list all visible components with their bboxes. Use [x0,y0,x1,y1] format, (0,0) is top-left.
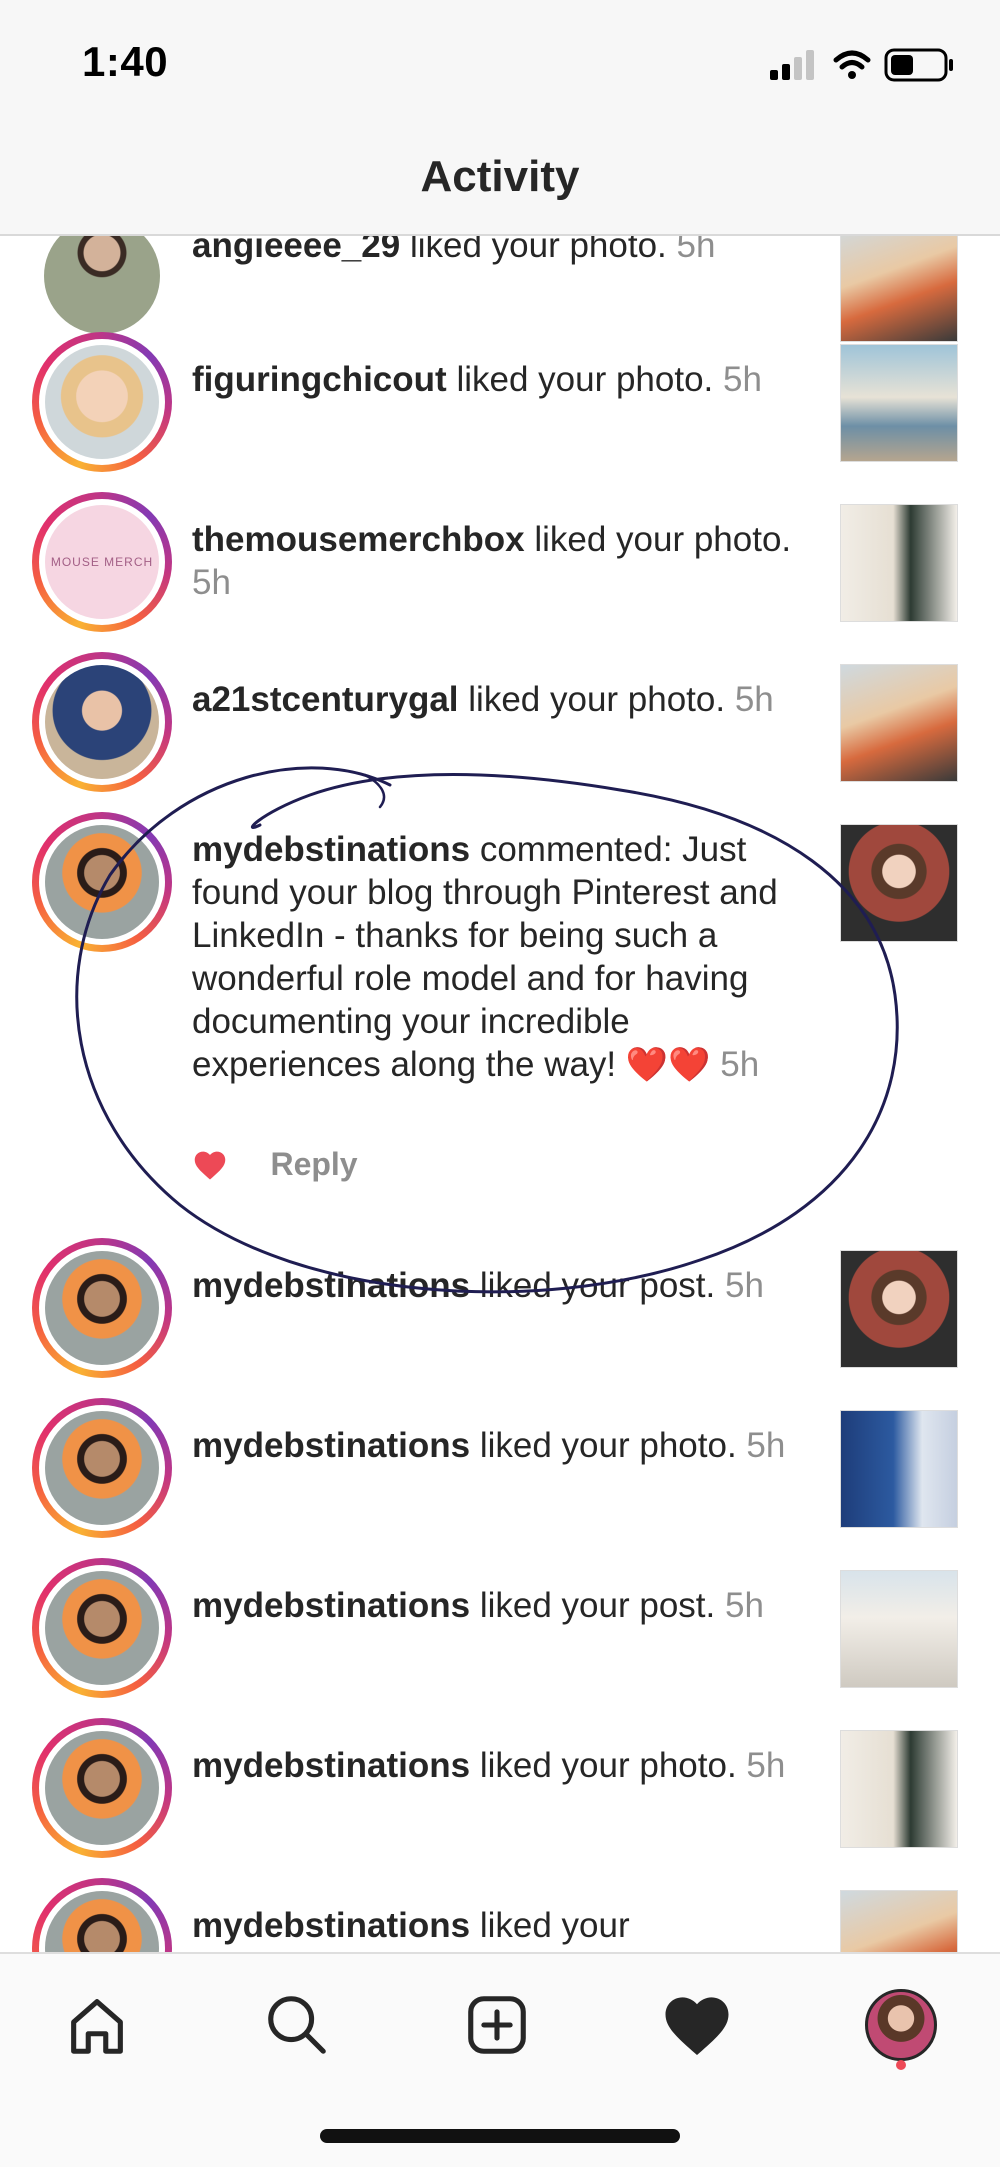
comment-text: mydebstinations commented: Just found yo… [192,828,822,1087]
notification-text: mydebstinations liked your post. 5h [192,1264,812,1307]
tab-search[interactable] [252,1980,342,2070]
notification-text: themousemerchbox liked your photo. 5h [192,518,812,604]
activity-heart-icon [665,1997,729,2055]
action-text: liked your photo. [479,1426,737,1465]
timestamp: 5h [734,680,774,719]
avatar[interactable] [32,236,172,346]
avatar[interactable] [32,1238,172,1378]
avatar[interactable] [32,1398,172,1538]
timestamp: 5h [746,1426,786,1465]
avatar[interactable] [32,1558,172,1698]
post-thumbnail[interactable] [840,344,958,462]
action-text: liked your photo. [456,360,714,399]
status-bar: 1:40 [0,0,1000,120]
username[interactable]: a21stcenturygal [192,680,459,719]
avatar[interactable] [32,812,172,952]
action-text: liked your photo. [534,520,792,559]
post-thumbnail[interactable] [840,1410,958,1528]
page-title: Activity [420,152,580,201]
home-indicator[interactable] [320,2129,680,2143]
action-text: liked your post. [479,1266,716,1305]
avatar[interactable]: MOUSE MERCH [32,492,172,632]
avatar[interactable] [32,652,172,792]
username[interactable]: mydebstinations [192,830,470,869]
timestamp: 5h [192,563,231,602]
post-thumbnail[interactable] [840,504,958,622]
username[interactable]: themousemerchbox [192,520,525,559]
like-comment-icon[interactable] [192,1149,228,1181]
timestamp: 5h [724,1586,764,1625]
new-post-icon [468,1996,526,2054]
notification-text: mydebstinations liked your photo. 5h [192,1744,812,1787]
post-thumbnail[interactable] [840,1890,958,1952]
home-icon [71,1999,123,2054]
signal-wifi-battery-icon [770,48,953,82]
action-text: liked your [479,1906,630,1945]
avatar[interactable] [32,1878,172,1952]
action-text: liked your post. [479,1586,716,1625]
profile-avatar [865,1989,937,2061]
notification-text: a21stcenturygal liked your photo. 5h [192,678,812,721]
avatar[interactable] [32,332,172,472]
activity-feed[interactable]: angieeee_29 liked your photo. 5h figurin… [0,236,1000,1952]
username[interactable]: angieeee_29 [192,236,400,265]
activity-header: Activity [0,120,1000,236]
timestamp: 5h [746,1746,786,1785]
heart-emoji: ❤️❤️ [625,1046,711,1084]
action-text: liked your photo. [479,1746,737,1785]
post-thumbnail[interactable] [840,1570,958,1688]
timestamp: 5h [723,360,762,399]
post-thumbnail[interactable] [840,1730,958,1848]
comment-actions: Reply [192,1146,358,1183]
reply-button[interactable]: Reply [270,1146,357,1183]
notification-text: mydebstinations liked your [192,1904,812,1947]
avatar[interactable] [32,1718,172,1858]
username[interactable]: mydebstinations [192,1426,470,1465]
notification-dot [896,2060,906,2070]
notification-text: angieeee_29 liked your photo. 5h [192,236,812,267]
status-time: 1:40 [82,38,169,85]
tab-profile[interactable] [856,1980,946,2070]
tab-new-post[interactable] [452,1980,542,2070]
search-icon [268,1996,326,2054]
username[interactable]: figuringchicout [192,360,447,399]
tab-home[interactable] [52,1980,142,2070]
post-thumbnail[interactable] [840,824,958,942]
notification-text: figuringchicout liked your photo. 5h [192,358,812,401]
tab-activity[interactable] [652,1980,742,2070]
notification-text: mydebstinations liked your photo. 5h [192,1424,812,1467]
username[interactable]: mydebstinations [192,1266,470,1305]
post-thumbnail[interactable] [840,236,958,342]
timestamp: 5h [676,236,716,265]
timestamp: 5h [720,1045,760,1084]
action-text: liked your photo. [409,236,667,265]
avatar-logo-text: MOUSE MERCH [50,555,154,569]
notification-text: mydebstinations liked your post. 5h [192,1584,812,1627]
username[interactable]: mydebstinations [192,1906,470,1945]
status-icons [770,44,960,84]
post-thumbnail[interactable] [840,664,958,782]
timestamp: 5h [724,1266,764,1305]
username[interactable]: mydebstinations [192,1586,470,1625]
action-text: liked your photo. [468,680,726,719]
post-thumbnail[interactable] [840,1250,958,1368]
username[interactable]: mydebstinations [192,1746,470,1785]
